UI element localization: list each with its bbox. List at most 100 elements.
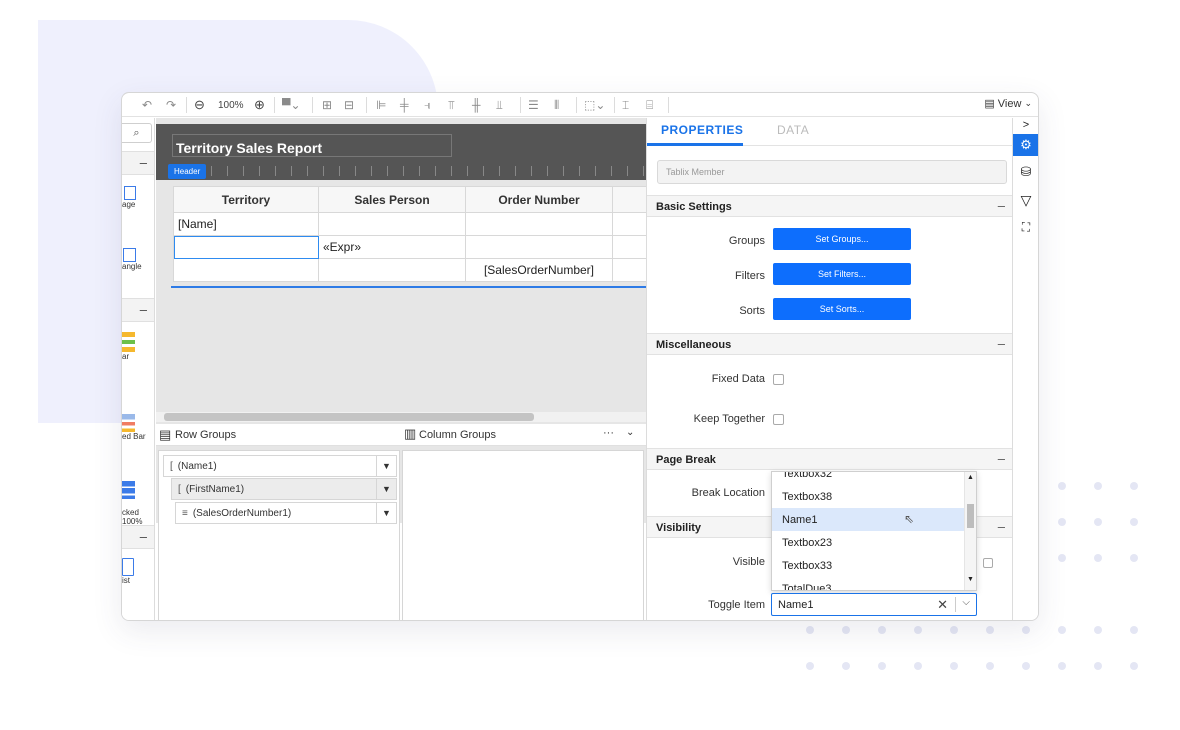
keep-together-checkbox[interactable] (773, 414, 784, 425)
report-header[interactable]: Territory Sales Report Header (156, 124, 646, 180)
column-header[interactable]: Territory (173, 186, 319, 213)
tab-data[interactable]: DATA (777, 123, 809, 137)
scroll-down-icon[interactable]: ▼ (967, 576, 974, 583)
collapse-icon[interactable]: – (998, 198, 1005, 213)
section-miscellaneous[interactable]: Miscellaneous – (647, 333, 1014, 355)
tab-properties[interactable]: PROPERTIES (661, 123, 743, 137)
tablix-cell[interactable] (173, 258, 319, 282)
report-item-stacked-bar-chart[interactable]: ed Bar (122, 414, 154, 441)
dropdown-arrow-icon[interactable]: ▼ (376, 456, 396, 476)
collapse-icon[interactable]: ⌄ (626, 427, 634, 438)
report-item-rectangle[interactable]: angle (122, 248, 154, 271)
tablix-row: «Expr» (173, 235, 646, 259)
align-middle-icon[interactable]: ╫ (472, 96, 481, 114)
distribute-horizontal-icon[interactable]: ☰ (528, 96, 539, 114)
expand-panel-icon[interactable]: > (1017, 116, 1035, 134)
tablix-cell[interactable] (612, 235, 646, 259)
align-top-icon[interactable]: ⫪ (448, 96, 455, 114)
gear-icon[interactable]: ⚙ (1013, 134, 1038, 156)
dot (1022, 662, 1030, 670)
center-vertical-icon[interactable]: ⌸ (646, 96, 653, 114)
undo-icon[interactable]: ↶ (142, 96, 152, 114)
tablix-cell[interactable] (318, 258, 466, 282)
more-options-icon[interactable]: ··· (603, 427, 614, 439)
zoom-in-icon[interactable]: ⊕ (254, 96, 265, 114)
clear-icon[interactable]: ✕ (937, 597, 948, 613)
fill-color-icon[interactable]: ▀⌄ (282, 96, 301, 114)
section-basic-settings[interactable]: Basic Settings – (647, 195, 1014, 217)
column-groups-label[interactable]: Column Groups (419, 429, 496, 441)
visible-checkbox[interactable] (983, 558, 993, 568)
collapse-section-button[interactable]: – (122, 298, 154, 322)
row-groups-label[interactable]: Row Groups (175, 429, 236, 441)
toggle-item-label: Toggle Item (708, 599, 765, 611)
dropdown-option-selected[interactable]: Name1 (772, 508, 964, 531)
scrollbar-thumb[interactable] (164, 413, 534, 421)
dropdown-option[interactable]: Textbox38 (772, 485, 964, 508)
tablix-cell-selected[interactable] (173, 235, 319, 259)
report-item-image[interactable]: age (122, 186, 154, 209)
distribute-vertical-icon[interactable]: ⦀ (554, 96, 559, 114)
align-right-icon[interactable]: ⫣ (424, 96, 431, 114)
center-horizontal-icon[interactable]: ⌶ (622, 96, 629, 114)
row-group-item[interactable]: [ (Name1) ▼ (163, 455, 397, 477)
tablix-cell[interactable] (612, 258, 646, 282)
row-group-item[interactable]: ≡ (SalesOrderNumber1) ▼ (175, 502, 397, 524)
collapse-section-button[interactable]: – (122, 525, 154, 549)
redo-icon[interactable]: ↷ (166, 96, 176, 114)
toggle-item-combobox[interactable]: Name1 ✕ ⌵ (771, 593, 977, 616)
report-item-bar-chart[interactable]: ar (122, 332, 154, 361)
dropdown-option[interactable]: Textbox32 (772, 472, 964, 485)
scroll-up-icon[interactable]: ▲ (967, 474, 974, 481)
tablix-cell[interactable]: [SalesOrderNumber] (465, 258, 613, 282)
tablix-cell[interactable] (612, 212, 646, 236)
split-cells-icon[interactable]: ⊟ (344, 96, 354, 114)
set-sorts-button[interactable]: Set Sorts... (773, 298, 911, 320)
scrollbar-thumb[interactable] (967, 504, 974, 528)
align-bottom-icon[interactable]: ⫫ (496, 96, 503, 114)
set-groups-button[interactable]: Set Groups... (773, 228, 911, 250)
dropdown-scrollbar[interactable]: ▲ ▼ (964, 472, 976, 590)
collapse-icon[interactable]: – (998, 451, 1005, 466)
tablix-cell[interactable] (465, 235, 613, 259)
set-filters-button[interactable]: Set Filters... (773, 263, 911, 285)
canvas-horizontal-scrollbar[interactable] (156, 412, 646, 422)
chevron-down-icon[interactable]: ⌵ (962, 597, 970, 608)
zoom-level[interactable]: 100% (218, 96, 244, 114)
tablix-cell[interactable] (465, 212, 613, 236)
row-groups-panel: [ (Name1) ▼ [ (FirstName1) ▼ ≡ (SalesOrd… (158, 450, 400, 620)
toggle-item-dropdown-list[interactable]: Textbox32 Textbox38 Name1 Textbox23 Text… (771, 471, 977, 591)
column-header[interactable]: Order Number (465, 186, 613, 213)
tablix-cell[interactable]: «Expr» (318, 235, 466, 259)
tablix[interactable]: Territory Sales Person Order Number [Nam… (173, 186, 646, 282)
tablix-cell[interactable] (318, 212, 466, 236)
dropdown-arrow-icon[interactable]: ▼ (376, 479, 396, 499)
collapse-icon[interactable]: – (998, 336, 1005, 351)
dropdown-option[interactable]: Textbox23 (772, 531, 964, 554)
column-header[interactable] (612, 186, 646, 213)
dropdown-option[interactable]: Textbox33 (772, 554, 964, 577)
section-title: Page Break (656, 454, 716, 466)
merge-cells-icon[interactable]: ⊞ (322, 96, 332, 114)
search-icon[interactable]: ⌕ (122, 123, 152, 143)
tablix-cell[interactable]: [Name] (173, 212, 319, 236)
collapse-section-button[interactable]: – (122, 151, 154, 175)
report-item-list[interactable]: ist (122, 558, 154, 585)
fixed-data-checkbox[interactable] (773, 374, 784, 385)
view-button[interactable]: ▤ View ⌄ (984, 97, 1032, 111)
align-center-icon[interactable]: ╪ (400, 96, 409, 114)
image-settings-icon[interactable]: ⛶ (1017, 218, 1035, 236)
section-page-break[interactable]: Page Break – (647, 448, 1014, 470)
report-title[interactable]: Territory Sales Report (172, 134, 452, 157)
sizing-icon[interactable]: ⬚⌄ (584, 96, 605, 114)
report-item-100-stacked-chart[interactable]: cked 100% (122, 472, 154, 526)
zoom-out-icon[interactable]: ⊖ (194, 96, 205, 114)
row-group-item-selected[interactable]: [ (FirstName1) ▼ (171, 478, 397, 500)
align-left-icon[interactable]: ⊫ (376, 96, 386, 114)
column-header[interactable]: Sales Person (318, 186, 466, 213)
collapse-icon[interactable]: – (998, 519, 1005, 534)
database-icon[interactable]: ⛁ (1017, 163, 1035, 181)
dropdown-option[interactable]: TotalDue3 (772, 577, 964, 590)
dropdown-arrow-icon[interactable]: ▼ (376, 503, 396, 523)
filter-icon[interactable]: ▽ (1017, 191, 1035, 209)
